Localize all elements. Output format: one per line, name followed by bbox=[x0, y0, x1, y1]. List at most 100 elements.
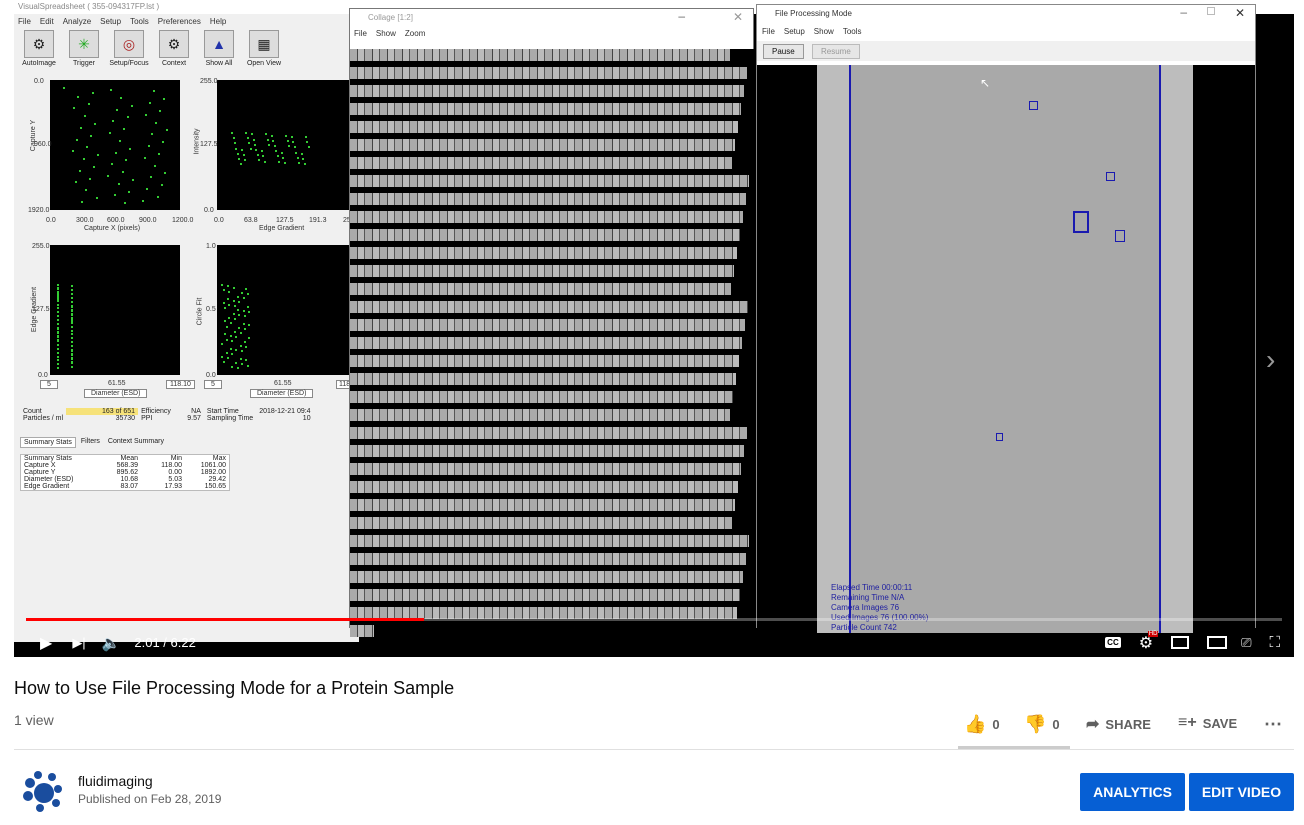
scatter-point bbox=[272, 139, 275, 142]
play-icon[interactable]: ▶ bbox=[40, 633, 52, 653]
maximize-icon[interactable] bbox=[1207, 7, 1215, 15]
scatter-plot-capture[interactable] bbox=[50, 80, 180, 210]
scatter-point bbox=[248, 142, 251, 145]
trigger-button[interactable]: ✳ Trigger bbox=[63, 30, 105, 67]
save-button[interactable]: ≡+ SAVE bbox=[1178, 714, 1237, 732]
scatter-plot-edge-gradient[interactable] bbox=[50, 245, 180, 375]
scatter-point bbox=[222, 360, 225, 363]
stat-min: 5.03 bbox=[168, 476, 182, 483]
particle-collage[interactable] bbox=[350, 49, 754, 637]
plot3-xlabel[interactable]: Diameter (ESD) bbox=[84, 389, 148, 398]
tab-filters[interactable]: Filters bbox=[78, 437, 103, 448]
scatter-plot-circle-fit[interactable] bbox=[217, 245, 359, 375]
context-button[interactable]: ⚙ Context bbox=[153, 30, 195, 67]
miniplayer-icon[interactable] bbox=[1171, 636, 1190, 649]
next-icon[interactable]: ▶| bbox=[72, 635, 85, 651]
collage-menu-file[interactable]: File bbox=[354, 29, 367, 38]
cast-icon[interactable]: ⎚ bbox=[1241, 635, 1251, 651]
scatter-point bbox=[95, 197, 98, 199]
progress-bar[interactable] bbox=[26, 618, 1282, 621]
tab-summary-stats[interactable]: Summary Stats bbox=[20, 437, 76, 448]
open-view-button[interactable]: ▦ Open View bbox=[243, 30, 285, 67]
stat-mean: 10.68 bbox=[120, 476, 138, 483]
scatter-point bbox=[89, 177, 91, 180]
stat-name: Capture Y bbox=[24, 469, 56, 476]
efficiency-value: NA bbox=[191, 408, 201, 415]
table-row: Edge Gradient 83.07 17.93 150.65 bbox=[21, 483, 229, 490]
count-panel: Count 163 of 651 Efficiency NA Start Tim… bbox=[20, 408, 359, 422]
fpm-menu-tools[interactable]: Tools bbox=[843, 27, 862, 36]
share-button[interactable]: ➦ SHARE bbox=[1086, 714, 1151, 734]
start-time-label: Start Time bbox=[206, 408, 239, 415]
scatter-point bbox=[236, 367, 239, 370]
stat-name: Edge Gradient bbox=[24, 483, 70, 490]
tab-context-summary[interactable]: Context Summary bbox=[105, 437, 167, 448]
plot3-xmin[interactable]: 5 bbox=[40, 380, 58, 389]
vs-menu-analyze[interactable]: Analyze bbox=[63, 17, 91, 26]
thumbs-up-icon: 👍 bbox=[964, 714, 987, 734]
next-video-chevron-icon[interactable]: › bbox=[1266, 344, 1275, 376]
resume-button[interactable]: Resume bbox=[812, 44, 860, 59]
plot4-xmin[interactable]: 5 bbox=[204, 380, 222, 389]
scatter-point bbox=[225, 351, 228, 354]
scatter-point bbox=[56, 351, 59, 354]
stats-tabs: Summary Stats Filters Context Summary bbox=[20, 437, 167, 448]
sampling-time-label: Sampling Time bbox=[206, 415, 254, 422]
scatter-point bbox=[222, 289, 225, 292]
like-count: 0 bbox=[992, 717, 1000, 732]
edit-video-button[interactable]: EDIT VIDEO bbox=[1189, 773, 1294, 811]
fpm-menu-setup[interactable]: Setup bbox=[784, 27, 805, 36]
show-all-button[interactable]: ▲ Show All bbox=[198, 30, 240, 67]
thumbnail-row bbox=[350, 445, 744, 457]
channel-avatar[interactable] bbox=[20, 769, 64, 813]
more-actions-icon[interactable]: ⋯ bbox=[1264, 714, 1282, 735]
vs-menu-help[interactable]: Help bbox=[210, 17, 226, 26]
plot1-xtick-3: 900.0 bbox=[139, 217, 157, 224]
vs-menu-setup[interactable]: Setup bbox=[100, 17, 121, 26]
scatter-point bbox=[236, 308, 239, 311]
stats-header-mean: Mean bbox=[120, 455, 138, 462]
channel-name[interactable]: fluidimaging bbox=[78, 773, 153, 789]
fpm-menu-file[interactable]: File bbox=[762, 27, 775, 36]
collage-menu-show[interactable]: Show bbox=[376, 29, 396, 38]
scatter-plot-intensity[interactable] bbox=[217, 80, 359, 210]
dislike-button[interactable]: 👎 0 bbox=[1024, 714, 1060, 735]
scatter-point bbox=[85, 189, 88, 192]
captions-button[interactable]: CC bbox=[1105, 637, 1121, 648]
fpm-menu-show[interactable]: Show bbox=[814, 27, 834, 36]
fullscreen-icon[interactable]: ⛶ bbox=[1269, 634, 1280, 651]
fpm-title: File Processing Mode bbox=[775, 9, 852, 18]
thumbnail-row bbox=[350, 67, 747, 79]
vs-menu-preferences[interactable]: Preferences bbox=[158, 17, 201, 26]
settings-gear-icon[interactable]: ⚙ HD bbox=[1139, 630, 1159, 653]
scatter-point bbox=[120, 96, 123, 99]
collage-menu-zoom[interactable]: Zoom bbox=[405, 29, 425, 38]
scatter-point bbox=[72, 150, 75, 153]
minimize-icon[interactable]: – bbox=[678, 9, 685, 23]
close-icon[interactable]: ✕ bbox=[1235, 6, 1245, 20]
scatter-point bbox=[222, 302, 225, 305]
plot4-xlabel[interactable]: Diameter (ESD) bbox=[250, 389, 314, 398]
scatter-point bbox=[224, 320, 227, 323]
context-icon: ⚙ bbox=[159, 30, 189, 58]
volume-icon[interactable]: 🔈 bbox=[102, 634, 121, 652]
plot2-xtick-3: 191.3 bbox=[309, 217, 327, 224]
thumbnail-row bbox=[350, 301, 748, 313]
theater-mode-icon[interactable] bbox=[1207, 636, 1228, 649]
scatter-point bbox=[288, 145, 290, 147]
video-player[interactable]: VisualSpreadsheet ( 355-094317FP.lst ) F… bbox=[14, 0, 1294, 657]
analytics-button[interactable]: ANALYTICS bbox=[1080, 773, 1185, 811]
like-button[interactable]: 👍 0 bbox=[964, 714, 1000, 735]
minimize-icon[interactable]: – bbox=[1180, 5, 1187, 19]
setup-focus-button[interactable]: ◎ Setup/Focus bbox=[108, 30, 150, 67]
scatter-point bbox=[246, 306, 249, 309]
close-icon[interactable]: ✕ bbox=[733, 10, 743, 24]
vs-menu-edit[interactable]: Edit bbox=[40, 17, 54, 26]
scatter-point bbox=[266, 138, 269, 141]
autoimage-button[interactable]: ⚙ AutoImage bbox=[18, 30, 60, 67]
sampling-time-value: 10 bbox=[302, 415, 311, 422]
vs-menu-tools[interactable]: Tools bbox=[130, 17, 149, 26]
plot3-xmax[interactable]: 118.10 bbox=[166, 380, 195, 389]
pause-button[interactable]: Pause bbox=[763, 44, 804, 59]
vs-menu-file[interactable]: File bbox=[18, 17, 31, 26]
